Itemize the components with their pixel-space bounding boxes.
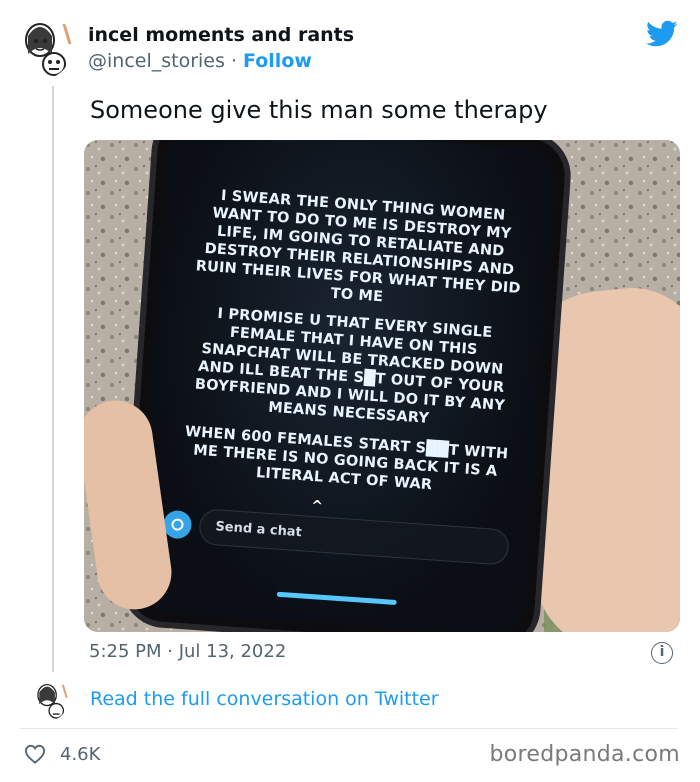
phone-screen: I SWEAR THE ONLY THING WOMEN WANT TO DO … [135, 140, 557, 632]
like-action[interactable]: 4.6K [24, 740, 100, 768]
small-avatar [34, 678, 68, 720]
chevron-up-icon: ^ [310, 497, 324, 515]
camera-icon [162, 509, 193, 540]
divider [20, 728, 678, 729]
like-count: 4.6K [60, 743, 101, 765]
read-conversation-link[interactable]: Read the full conversation on Twitter [90, 686, 439, 712]
heart-icon[interactable] [24, 744, 46, 764]
thread-line [52, 86, 54, 672]
handle[interactable]: @incel_stories [88, 50, 225, 72]
tweet-header: incel moments and rants @incel_stories ·… [88, 22, 354, 74]
tweet-photo[interactable]: I SWEAR THE ONLY THING WOMEN WANT TO DO … [84, 140, 680, 632]
phone: I SWEAR THE ONLY THING WOMEN WANT TO DO … [118, 140, 574, 632]
tweet-timestamp[interactable]: 5:25 PM · Jul 13, 2022 [89, 640, 286, 664]
snap-text-block-1: I SWEAR THE ONLY THING WOMEN WANT TO DO … [195, 187, 522, 306]
tweet-text: Someone give this man some therapy [90, 96, 548, 124]
handle-row: @incel_stories · Follow [88, 48, 354, 74]
home-indicator [276, 591, 397, 606]
separator: · [230, 50, 237, 72]
snap-chat-bar: ^ Send a chat [162, 498, 524, 569]
snap-text-block-2: I PROMISE U THAT EVERY SINGLE FEMALE THA… [194, 305, 506, 427]
info-icon[interactable]: i [651, 642, 673, 664]
chat-input-pill [198, 508, 510, 566]
snap-text-block-3: WHEN 600 FEMALES START S██T WITH ME THER… [184, 423, 509, 494]
display-name[interactable]: incel moments and rants [88, 22, 354, 48]
follow-button[interactable]: Follow [243, 50, 312, 72]
twitter-bird-icon[interactable] [646, 20, 678, 48]
author-avatar[interactable] [20, 14, 72, 78]
watermark: boredpanda.com [489, 742, 680, 767]
